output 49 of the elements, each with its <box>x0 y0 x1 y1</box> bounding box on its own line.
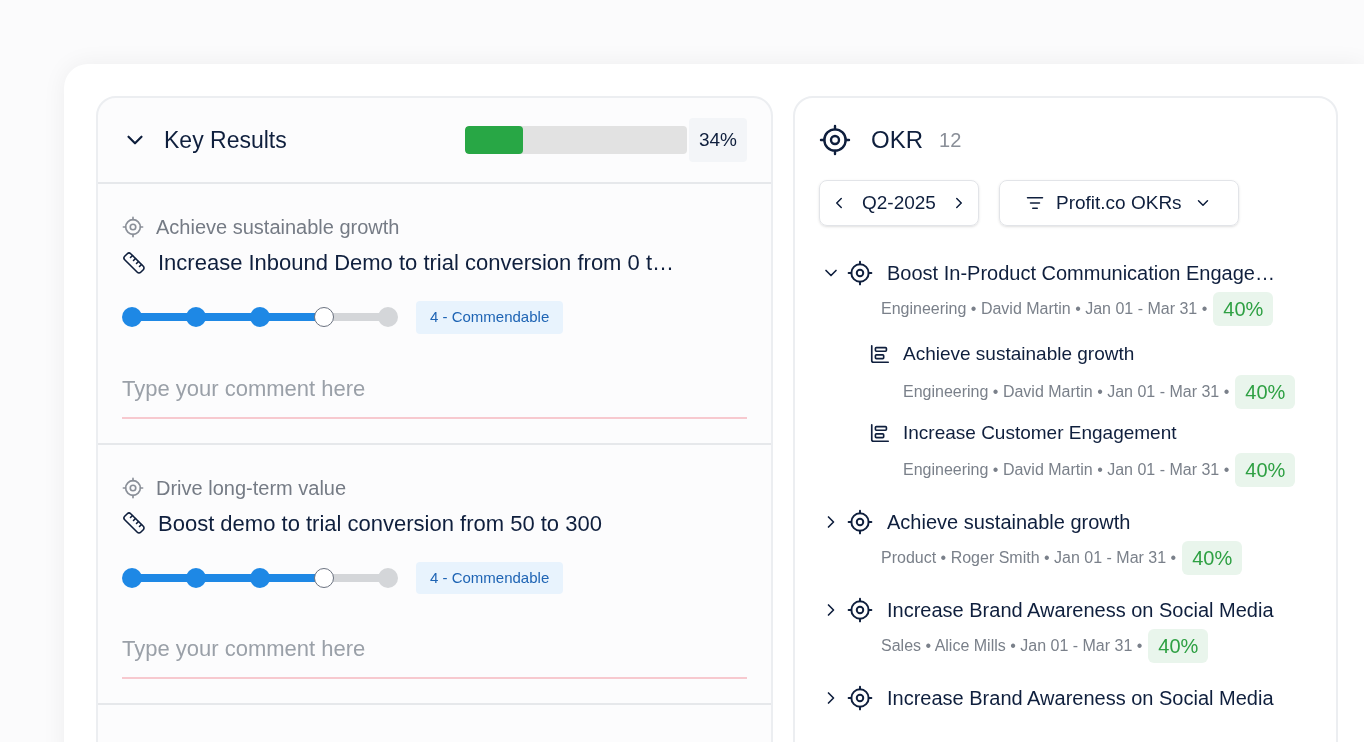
progress-percent: 40% <box>1182 541 1243 575</box>
progress-percent: 34% <box>688 117 747 163</box>
section-title: Key Results <box>164 125 287 155</box>
okr-icon <box>819 124 851 156</box>
key-result-icon <box>869 343 891 366</box>
key-result-icon <box>869 421 891 444</box>
okr-count: 12 <box>939 128 962 153</box>
key-result-meta: Engineering • David Martin • Jan 01 - Mar 31 • <box>903 381 1230 402</box>
comment-field[interactable]: Type your comment here <box>122 371 747 419</box>
objective-icon <box>847 685 873 711</box>
filter-dropdown[interactable]: Profit.co OKRs <box>998 180 1239 226</box>
key-result-title[interactable]: Increase Customer Engagement <box>903 418 1177 447</box>
progress-percent: 40% <box>1213 292 1274 326</box>
objective-icon <box>847 260 873 286</box>
objective-title[interactable]: Achieve sustainable growth <box>887 507 1131 537</box>
objective-title[interactable]: Increase Brand Awareness on Social Media <box>887 683 1274 713</box>
period-label: Q2-2025 <box>862 190 936 215</box>
key-result-meta: Engineering • David Martin • Jan 01 - Mar 31 • <box>903 460 1230 480</box>
panel-title: OKR <box>871 125 923 155</box>
objective-meta: Engineering • David Martin • Jan 01 - Mar 31 • <box>881 299 1208 319</box>
objective-name: Achieve sustainable growth <box>156 215 400 240</box>
progress-percent: 40% <box>1148 629 1209 663</box>
key-result-title: Boost demo to trial conversion from 50 to 300 <box>158 509 602 538</box>
key-result-title: Increase Inbound Demo to trial conversion from 0 t… <box>158 249 675 277</box>
objective-name: Drive long-term value <box>156 475 347 501</box>
objective-icon <box>122 216 144 238</box>
slider-thumb[interactable] <box>314 567 334 588</box>
period-selector[interactable]: Q2-2025 <box>819 180 979 226</box>
objective-icon <box>847 597 873 623</box>
objective-meta: Product • Roger Smith • Jan 01 - Mar 31 • <box>881 548 1177 568</box>
slider-step[interactable] <box>122 567 142 588</box>
objective-icon <box>847 509 873 535</box>
objective-title[interactable]: Increase Brand Awareness on Social Media <box>887 595 1274 625</box>
filter-icon <box>1025 194 1044 212</box>
rating-label: 4 - Commendable <box>416 561 564 594</box>
ruler-icon <box>122 511 146 535</box>
rating-slider[interactable] <box>122 307 398 328</box>
ruler-icon <box>122 250 146 275</box>
rating-label: 4 - Commendable <box>416 301 564 334</box>
objective-title[interactable]: Boost In-Product Communication Engage… <box>887 258 1275 288</box>
slider-step[interactable] <box>122 307 142 328</box>
slider-thumb[interactable] <box>314 307 334 328</box>
progress-percent: 40% <box>1235 453 1296 487</box>
comment-field[interactable]: Type your comment here <box>122 632 747 679</box>
progress-percent: 40% <box>1235 374 1296 409</box>
objective-meta: Sales • Alice Mills • Jan 01 - Mar 31 • <box>881 636 1143 656</box>
rating-slider[interactable] <box>122 567 398 588</box>
key-result-title[interactable]: Achieve sustainable growth <box>903 340 1135 369</box>
objective-icon <box>122 476 144 499</box>
